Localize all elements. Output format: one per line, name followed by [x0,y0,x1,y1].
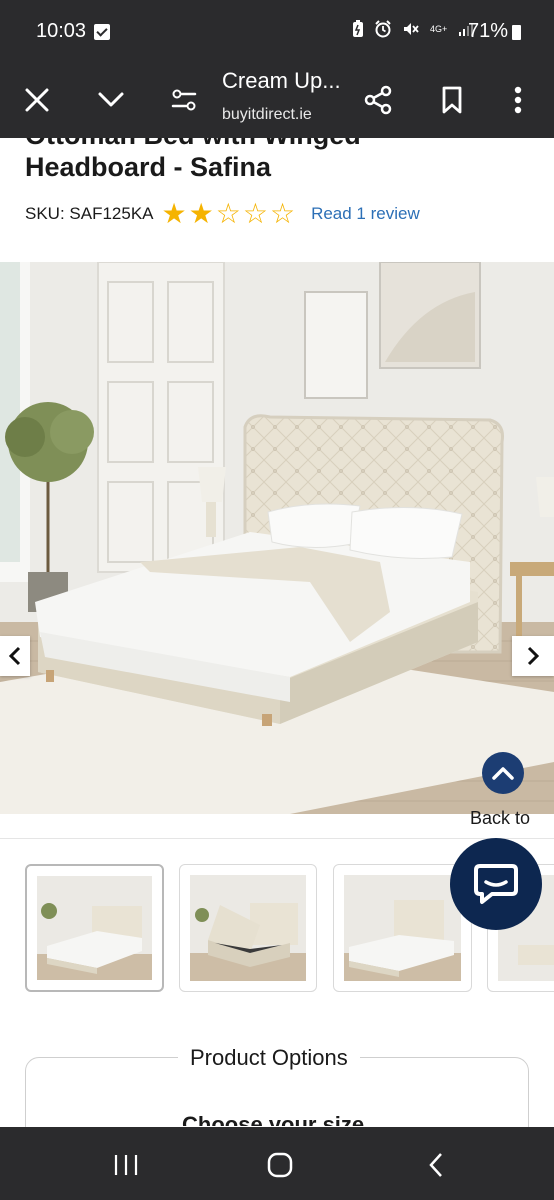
page-title[interactable]: Cream Up... [222,68,341,94]
site-settings-icon[interactable] [164,80,204,120]
status-time: 10:03 [36,20,87,42]
status-bar: 10:03 4G+ 71% [0,0,554,62]
star-filled-icon: ★ [161,198,187,229]
battery-saver-icon [353,20,363,37]
chevron-down-icon[interactable] [91,80,131,120]
battery-icon [512,25,521,40]
share-icon[interactable] [358,80,398,120]
close-icon[interactable] [17,80,57,120]
product-options-heading: Product Options [178,1045,360,1071]
alarm-icon [375,20,391,38]
live-chat-button[interactable] [450,838,542,930]
thumbnail-image [190,875,306,981]
back-icon[interactable] [418,1147,454,1183]
gallery-prev-button[interactable] [0,636,30,676]
chat-bubble-icon [474,864,518,904]
thumbnail-1[interactable] [25,864,164,992]
chevron-left-icon [8,646,21,666]
checkbox-notification-icon [94,24,110,40]
battery-percent: 71% [468,20,509,42]
more-options-icon[interactable] [498,80,538,120]
star-empty-icon: ☆ [269,198,296,229]
chevron-up-icon [492,767,514,780]
chevron-right-icon [527,646,540,666]
thumbnail-2[interactable] [179,864,317,992]
sku-label: SKU: SAF125KA [25,204,154,223]
browser-toolbar: Cream Up... buyitdirect.ie [0,62,554,138]
star-empty-icon: ☆ [242,198,268,229]
status-icons: 4G+ [352,20,475,38]
read-review-link[interactable]: Read 1 review [311,204,420,224]
star-rating: ★ ★ ☆ ☆ ☆ [162,200,296,228]
back-to-top-label[interactable]: Back to [470,808,530,829]
thumbnail-image [37,876,152,980]
home-icon[interactable] [262,1147,298,1183]
system-nav-bar [0,1127,554,1200]
network-type: 4G+ [430,24,448,34]
mute-icon [404,23,419,35]
product-title-line-2: Headboard - Safina [25,152,272,182]
product-main-image[interactable] [0,262,554,814]
star-filled-icon: ★ [188,198,214,229]
recent-apps-icon[interactable] [108,1147,144,1183]
page-url[interactable]: buyitdirect.ie [222,106,312,124]
thumbnail-image [344,875,461,981]
bookmark-icon[interactable] [432,80,472,120]
bedroom-illustration [0,262,554,814]
sku-rating-row: SKU: SAF125KA ★ ★ ☆ ☆ ☆ Read 1 review [25,200,420,228]
star-empty-icon: ☆ [215,198,241,229]
back-to-top-button[interactable] [482,752,524,794]
gallery-next-button[interactable] [512,636,554,676]
